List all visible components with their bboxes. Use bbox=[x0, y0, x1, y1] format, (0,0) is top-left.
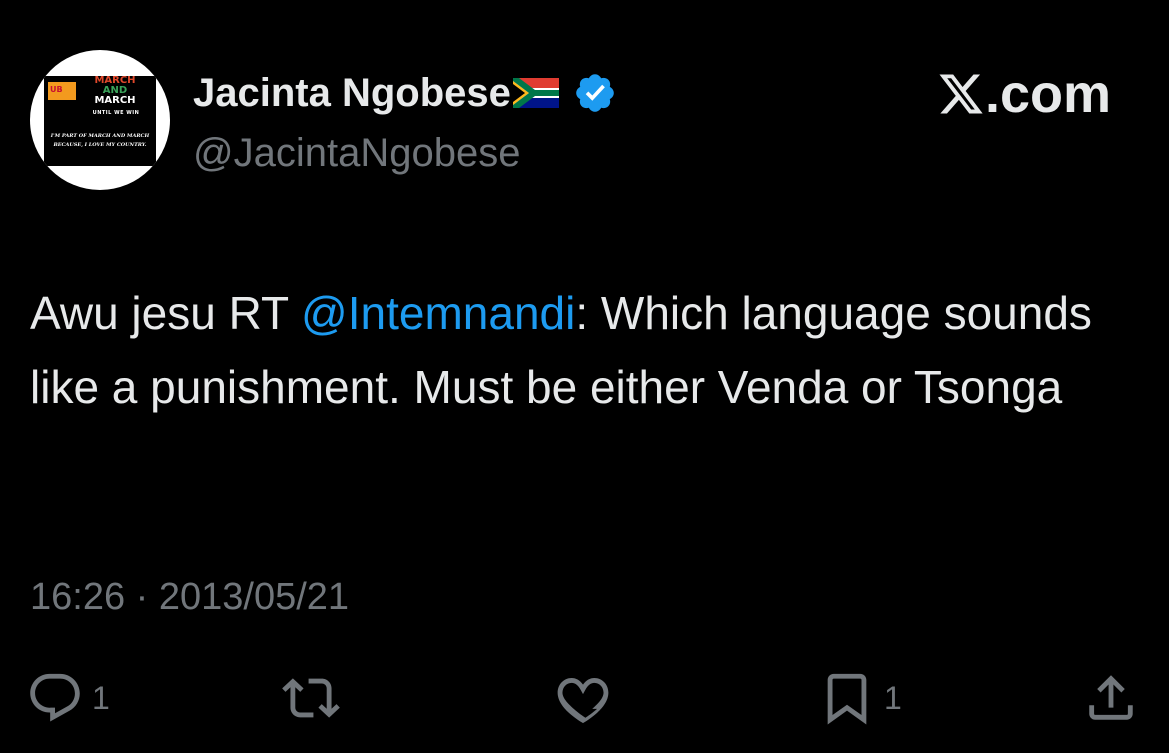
retweet-icon bbox=[282, 678, 340, 718]
site-brand: .com bbox=[937, 66, 1111, 122]
avatar-caption-line1: I'M PART OF MARCH AND MARCH bbox=[50, 133, 150, 139]
author-display-name[interactable]: Jacinta Ngobese bbox=[193, 68, 511, 118]
tweet-card: UB MARCH AND MARCH UNTIL WE WIN I'M PART… bbox=[0, 0, 1169, 753]
site-brand-label: .com bbox=[984, 64, 1111, 124]
avatar[interactable]: UB MARCH AND MARCH UNTIL WE WIN I'M PART… bbox=[30, 50, 170, 190]
x-logo-icon bbox=[939, 74, 983, 114]
avatar-title: MARCH AND MARCH bbox=[80, 76, 150, 106]
author-name-row: Jacinta Ngobese bbox=[193, 68, 617, 118]
avatar-caption-line2: BECAUSE, I LOVE MY COUNTRY. bbox=[53, 142, 147, 148]
verified-badge-icon bbox=[576, 74, 614, 112]
share-button[interactable] bbox=[1082, 668, 1140, 728]
heart-icon bbox=[557, 677, 609, 724]
author-handle[interactable]: @JacintaNgobese bbox=[193, 128, 520, 178]
avatar-image: UB MARCH AND MARCH UNTIL WE WIN I'M PART… bbox=[44, 76, 156, 166]
avatar-logo-text: UB bbox=[50, 85, 63, 94]
avatar-title-line3: MARCH bbox=[94, 95, 136, 106]
tweet-text: Awu jesu RT @Intemnandi: Which language … bbox=[30, 276, 1130, 424]
tweet-text-prefix: Awu jesu RT bbox=[30, 287, 302, 339]
avatar-logo: UB bbox=[48, 82, 76, 100]
bookmark-icon bbox=[827, 673, 867, 725]
mention-link[interactable]: @Intemnandi bbox=[301, 287, 575, 339]
bookmark-count: 1 bbox=[884, 679, 902, 716]
reply-button[interactable]: 1 bbox=[26, 668, 110, 728]
avatar-caption: I'M PART OF MARCH AND MARCH BECAUSE, I L… bbox=[46, 132, 154, 150]
south-africa-flag-icon bbox=[512, 78, 559, 108]
bookmark-button[interactable]: 1 bbox=[818, 668, 902, 728]
like-button[interactable] bbox=[554, 668, 620, 728]
retweet-button[interactable] bbox=[282, 668, 348, 728]
reply-count: 1 bbox=[92, 679, 110, 716]
tweet-timestamp[interactable]: 16:26 · 2013/05/21 bbox=[30, 572, 349, 622]
avatar-subtitle: UNTIL WE WIN bbox=[92, 110, 140, 116]
share-icon bbox=[1089, 675, 1133, 720]
reply-icon bbox=[30, 673, 80, 722]
